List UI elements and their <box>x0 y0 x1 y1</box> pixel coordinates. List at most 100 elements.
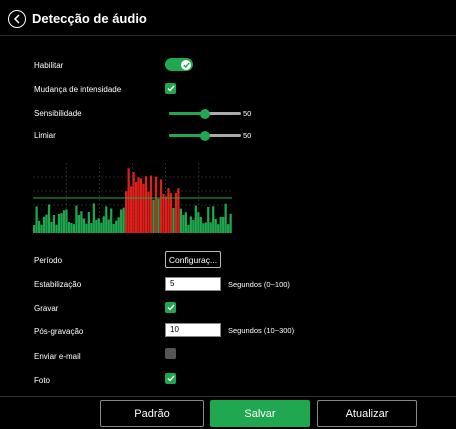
level-bar <box>172 207 175 233</box>
page-title: Detecção de áudio <box>32 11 147 26</box>
level-bar <box>95 219 98 233</box>
level-bar <box>102 216 105 233</box>
level-bar <box>65 209 68 233</box>
level-bar <box>212 206 215 233</box>
sensibilidade-thumb[interactable] <box>200 108 210 119</box>
limiar-slider[interactable] <box>169 130 241 141</box>
sensibilidade-slider[interactable] <box>169 108 241 119</box>
level-bar <box>227 224 230 233</box>
level-bar <box>229 213 232 233</box>
posgravacao-label: Pós-gravação <box>34 327 84 336</box>
level-bar <box>199 216 202 233</box>
habilitar-toggle[interactable] <box>165 58 193 71</box>
email-label: Enviar e-mail <box>34 352 81 361</box>
limiar-value: 50 <box>243 131 252 140</box>
level-bar <box>127 168 130 233</box>
level-bar <box>214 219 217 233</box>
level-bar <box>202 223 205 233</box>
level-bar <box>47 204 51 233</box>
habilitar-label: Habilitar <box>34 61 64 70</box>
level-bar <box>187 224 190 233</box>
level-bar <box>132 172 135 233</box>
level-bar <box>142 183 145 233</box>
level-bar <box>194 205 197 233</box>
level-bar <box>120 209 123 233</box>
level-bar <box>107 219 110 233</box>
page-header: Detecção de áudio <box>0 0 456 36</box>
limiar-label: Limiar <box>34 131 56 140</box>
level-bar <box>159 179 163 233</box>
level-bar <box>182 214 185 233</box>
limiar-thumb[interactable] <box>200 130 210 141</box>
level-bar <box>52 214 56 233</box>
level-bar <box>184 212 187 233</box>
mudanca-label: Mudança de intensidade <box>34 85 122 94</box>
level-bar <box>90 223 93 233</box>
gravar-checkbox[interactable] <box>165 302 176 313</box>
level-bar <box>222 216 225 233</box>
posgravacao-unit: Segundos (10~300) <box>228 326 295 335</box>
level-bar <box>137 177 140 233</box>
gravar-label: Gravar <box>34 304 59 313</box>
foto-label: Foto <box>34 376 51 385</box>
level-bar <box>204 222 207 233</box>
level-bar <box>157 198 160 233</box>
mudanca-checkbox[interactable] <box>165 83 176 94</box>
level-bar <box>87 212 90 233</box>
level-bar <box>139 178 143 233</box>
level-bar <box>164 196 168 233</box>
level-bar <box>40 224 43 233</box>
estabilizacao-input[interactable] <box>165 277 221 291</box>
level-bar <box>152 199 155 233</box>
level-bar <box>57 213 61 233</box>
level-bar <box>45 214 48 233</box>
level-bar <box>209 222 212 233</box>
level-bar <box>35 206 38 233</box>
level-bar <box>80 211 83 233</box>
level-bar <box>217 224 220 233</box>
posgravacao-input[interactable] <box>165 323 221 337</box>
level-bar <box>100 222 103 233</box>
padrao-button[interactable]: Padrão <box>100 400 204 427</box>
level-bar <box>115 220 118 233</box>
level-bar <box>207 206 210 233</box>
salvar-button[interactable]: Salvar <box>210 400 310 427</box>
sensibilidade-value: 50 <box>243 109 252 118</box>
level-bar <box>167 188 170 233</box>
level-bar <box>189 216 192 233</box>
level-bar <box>42 216 46 233</box>
email-checkbox[interactable] <box>165 348 176 359</box>
back-arrow-icon[interactable] <box>8 10 26 28</box>
level-bar <box>197 212 200 233</box>
periodo-config-button[interactable]: Configuraç... <box>165 251 221 268</box>
level-bar <box>149 175 153 233</box>
level-bar <box>37 220 41 233</box>
level-bar <box>67 221 71 233</box>
level-bar <box>125 191 128 233</box>
level-bar <box>122 207 125 233</box>
sensibilidade-label: Sensibilidade <box>34 109 82 118</box>
estabilizacao-unit: Segundos (0~100) <box>228 280 290 289</box>
level-bar <box>192 220 195 233</box>
level-bar <box>92 203 95 233</box>
level-bar <box>134 181 138 233</box>
level-bar <box>177 188 180 233</box>
level-bar <box>70 222 73 233</box>
level-bar <box>72 224 76 233</box>
level-bar <box>130 186 133 233</box>
level-bar <box>55 224 58 233</box>
level-bar <box>162 194 165 233</box>
level-bar <box>60 213 63 233</box>
level-bar <box>77 215 81 233</box>
check-icon <box>167 85 175 92</box>
audio-level-chart <box>33 163 232 233</box>
level-bar <box>179 208 183 233</box>
level-bar <box>97 218 100 233</box>
level-bar <box>169 193 173 233</box>
atualizar-button[interactable]: Atualizar <box>317 400 417 427</box>
foto-checkbox[interactable] <box>165 373 176 384</box>
level-bar <box>82 218 85 233</box>
level-bar <box>154 176 158 233</box>
estabilizacao-label: Estabilização <box>34 280 82 289</box>
level-bar <box>62 210 66 233</box>
